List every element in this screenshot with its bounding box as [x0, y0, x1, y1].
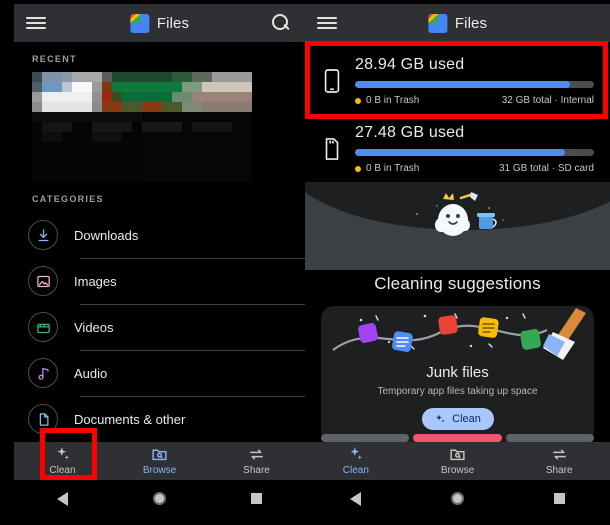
nav-tab-label: Browse	[142, 465, 177, 476]
left-system-nav	[14, 480, 305, 517]
trash-status-dot	[355, 165, 361, 172]
nav-tab-share[interactable]: Share	[508, 442, 610, 480]
nav-tab-clean[interactable]: Clean	[14, 442, 111, 480]
nav-tab-label: Browse	[440, 465, 475, 476]
category-label: Audio	[74, 365, 108, 381]
page-indicator[interactable]	[321, 434, 594, 442]
right-phone-panel: Files 28.94 GB used 0 B in Trash 32 GB t…	[305, 0, 610, 525]
app-title: Files	[156, 14, 190, 32]
category-row-documents[interactable]: Documents & other	[28, 396, 305, 442]
home-circle-icon[interactable]	[451, 492, 464, 505]
sd-card-icon	[325, 138, 339, 160]
home-circle-icon[interactable]	[152, 492, 166, 505]
browse-folder-icon	[152, 449, 167, 461]
storage-trash-info: 0 B in Trash	[355, 95, 419, 106]
document-icon	[28, 404, 58, 434]
trash-status-dot	[355, 97, 361, 104]
recents-square-icon[interactable]	[554, 493, 565, 504]
category-label: Images	[74, 273, 117, 289]
storage-trash-info: 0 B in Trash	[355, 163, 419, 174]
download-icon	[28, 220, 58, 250]
storage-total-label: 32 GB total · Internal	[501, 95, 594, 106]
app-brand: Files	[129, 13, 190, 33]
share-arrows-icon	[552, 449, 566, 460]
page-indicator-segment[interactable]	[321, 434, 410, 442]
suggestion-subtitle: Temporary app files taking up space	[377, 386, 538, 397]
hamburger-menu-icon[interactable]	[317, 17, 347, 29]
left-phone-screen: Files RECENT CATEGORIES Downloads Images…	[14, 4, 305, 517]
files-logo-icon	[427, 13, 447, 33]
nav-tab-share[interactable]: Share	[208, 442, 305, 480]
category-label: Videos	[74, 319, 114, 335]
category-row-downloads[interactable]: Downloads	[28, 212, 305, 258]
cleaning-hero	[305, 182, 610, 270]
right-system-nav	[305, 480, 610, 517]
category-row-audio[interactable]: Audio	[28, 350, 305, 396]
cleaning-mascot-icon	[415, 192, 504, 236]
share-arrows-icon	[250, 449, 263, 460]
recent-section-label: RECENT	[32, 54, 77, 64]
right-app-bar: Files	[305, 4, 610, 42]
right-phone-screen: Files 28.94 GB used 0 B in Trash 32 GB t…	[305, 4, 610, 517]
video-icon	[28, 312, 58, 342]
storage-cards: 28.94 GB used 0 B in Trash 32 GB total ·…	[305, 42, 610, 182]
app-brand: Files	[427, 13, 488, 33]
categories-section-label: CATEGORIES	[32, 194, 104, 204]
app-bar-actions	[269, 12, 291, 34]
junk-files-sweep-icon	[321, 306, 594, 362]
storage-title: 27.48 GB used	[355, 124, 465, 141]
clean-button-label: Clean	[452, 413, 481, 425]
sparkle-icon	[436, 414, 445, 423]
clean-button[interactable]: Clean	[421, 408, 494, 430]
nav-tab-browse[interactable]: Browse	[407, 442, 509, 480]
nav-tab-label: Clean	[342, 465, 369, 476]
back-triangle-icon[interactable]	[56, 491, 68, 506]
cleaning-suggestions-title: Cleaning suggestions	[374, 274, 541, 293]
categories-list: Downloads Images Videos Audio Documents …	[14, 212, 305, 442]
recent-thumbnails	[14, 72, 305, 182]
suggestion-title: Junk files	[426, 364, 489, 381]
sparkle-icon	[350, 447, 363, 460]
left-app-bar: Files	[14, 4, 305, 42]
category-label: Documents & other	[74, 411, 186, 427]
back-triangle-icon[interactable]	[350, 491, 361, 506]
nav-tab-label: Share	[545, 465, 573, 476]
page-indicator-segment-active[interactable]	[413, 434, 502, 442]
files-logo-icon	[129, 13, 149, 33]
storage-progress-bar	[355, 81, 594, 88]
storage-card-internal[interactable]: 28.94 GB used 0 B in Trash 32 GB total ·…	[305, 46, 610, 114]
right-bottom-nav: Clean Browse Share	[305, 442, 610, 480]
page-indicator-segment[interactable]	[505, 434, 594, 442]
storage-card-sdcard[interactable]: 27.48 GB used 0 B in Trash 31 GB total ·…	[305, 114, 610, 182]
hamburger-menu-icon[interactable]	[26, 17, 56, 29]
app-title: Files	[454, 14, 488, 32]
left-bottom-nav: Clean Browse Share	[14, 442, 305, 480]
category-row-images[interactable]: Images	[28, 258, 305, 304]
storage-total-label: 31 GB total · SD card	[498, 163, 594, 174]
storage-title: 28.94 GB used	[355, 56, 465, 73]
storage-trash-label: 0 B in Trash	[366, 163, 420, 174]
screenshot-frame: Files RECENT CATEGORIES Downloads Images…	[0, 0, 610, 525]
recent-thumbnail-1[interactable]	[32, 72, 142, 182]
left-phone-panel: Files RECENT CATEGORIES Downloads Images…	[0, 0, 305, 525]
category-row-videos[interactable]: Videos	[28, 304, 305, 350]
nav-tab-browse[interactable]: Browse	[111, 442, 208, 480]
audio-note-icon	[28, 358, 58, 388]
recents-square-icon[interactable]	[251, 493, 263, 504]
nav-tab-clean[interactable]: Clean	[305, 442, 407, 480]
recent-thumbnail-2[interactable]	[142, 72, 252, 182]
nav-tab-label: Share	[243, 465, 270, 476]
storage-progress-bar	[355, 149, 594, 156]
category-label: Downloads	[74, 227, 139, 243]
image-icon	[28, 266, 58, 296]
phone-icon	[324, 69, 340, 93]
nav-tab-label: Clean	[49, 465, 76, 476]
search-icon[interactable]	[269, 12, 291, 34]
storage-trash-label: 0 B in Trash	[366, 95, 420, 106]
browse-folder-icon	[450, 449, 465, 461]
sparkle-icon	[57, 447, 69, 460]
suggestion-card-junk-files[interactable]: Junk files Temporary app files taking up…	[321, 306, 594, 444]
